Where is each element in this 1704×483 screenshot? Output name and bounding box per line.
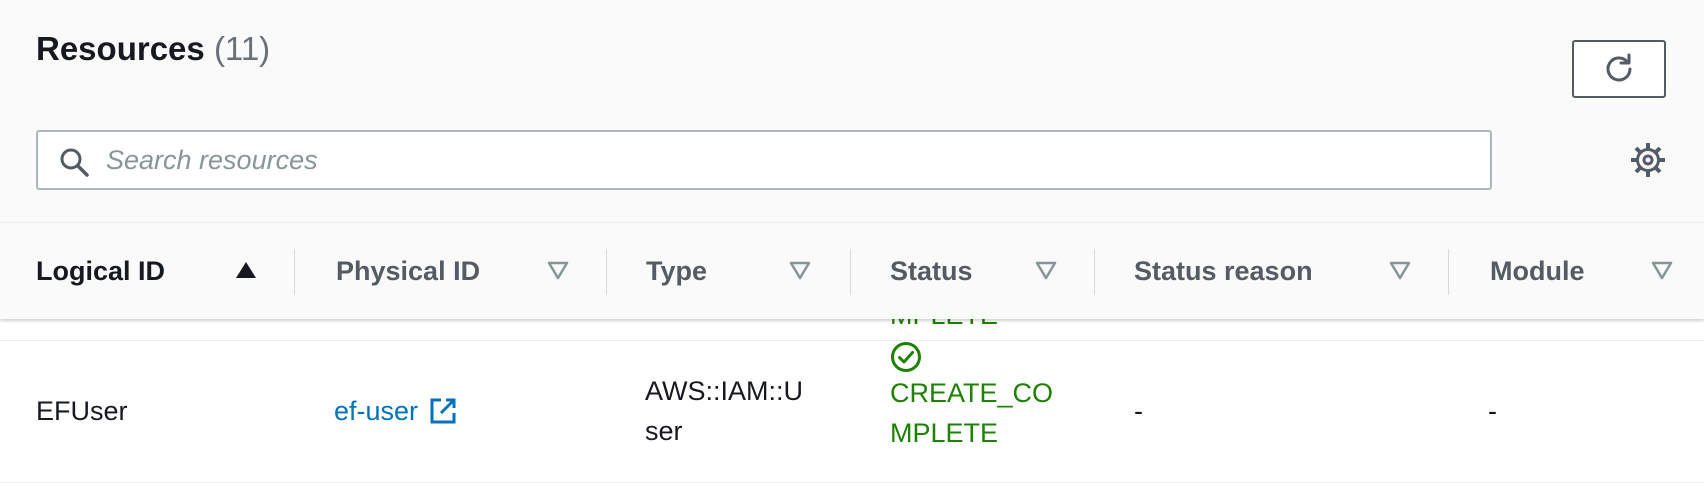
check-circle-icon (891, 342, 921, 372)
module-cell: - (1488, 396, 1497, 426)
external-link-icon (430, 398, 456, 424)
column-label: Module (1490, 255, 1585, 286)
type-cell: AWS::IAM::U ser (645, 371, 803, 451)
column-header-module[interactable]: Module (1490, 223, 1673, 319)
sort-icon (789, 261, 811, 280)
column-divider[interactable] (294, 249, 295, 295)
search-box (36, 130, 1492, 190)
column-label: Type (646, 255, 708, 286)
search-icon (58, 146, 90, 183)
title-text: Resources (36, 30, 205, 67)
status-reason-cell: - (1134, 396, 1143, 426)
table-row: EFUser ef-user AWS::IAM::U ser CREATE_CO… (0, 341, 1704, 483)
column-divider[interactable] (1448, 249, 1449, 295)
sort-icon (1651, 261, 1673, 280)
type-text-line: AWS::IAM::U (645, 376, 804, 406)
column-label: Logical ID (36, 255, 166, 286)
resource-count: (11) (213, 30, 271, 67)
status-cell: CREATE_CO MPLETE (890, 333, 1053, 453)
page-title: Resources (11) (36, 30, 270, 68)
column-divider[interactable] (1094, 249, 1095, 295)
refresh-button[interactable] (1572, 40, 1666, 98)
column-header-status-reason[interactable]: Status reason (1134, 223, 1424, 319)
column-label: Physical ID (336, 255, 481, 286)
column-divider[interactable] (850, 249, 851, 295)
column-label: Status (890, 255, 973, 286)
logical-id-cell: EFUser (36, 396, 128, 426)
column-label: Status reason (1134, 255, 1313, 286)
physical-id-cell: ef-user (334, 391, 458, 431)
sort-icon (1035, 261, 1057, 280)
refresh-icon (1606, 53, 1632, 82)
sort-ascending-icon (236, 262, 256, 278)
column-header-physical-id[interactable]: Physical ID (336, 223, 572, 319)
column-header-logical-id[interactable]: Logical ID (36, 223, 258, 319)
table-header: Logical ID Physical ID Type Status Statu… (0, 222, 1704, 319)
sort-icon (1389, 261, 1411, 280)
search-input[interactable] (106, 140, 1466, 180)
physical-id-link[interactable]: ef-user (334, 391, 458, 431)
column-divider[interactable] (606, 249, 607, 295)
physical-id-text: ef-user (334, 396, 419, 426)
status-text-line: MPLETE (890, 418, 999, 448)
sort-icon (547, 261, 569, 280)
gear-icon[interactable] (1630, 142, 1666, 183)
status-text-line: CREATE_CO (890, 378, 1054, 408)
column-header-type[interactable]: Type (646, 223, 826, 319)
column-header-status[interactable]: Status (890, 223, 1070, 319)
resources-header: Resources (11) (0, 0, 1704, 222)
type-text-line: ser (645, 416, 683, 446)
